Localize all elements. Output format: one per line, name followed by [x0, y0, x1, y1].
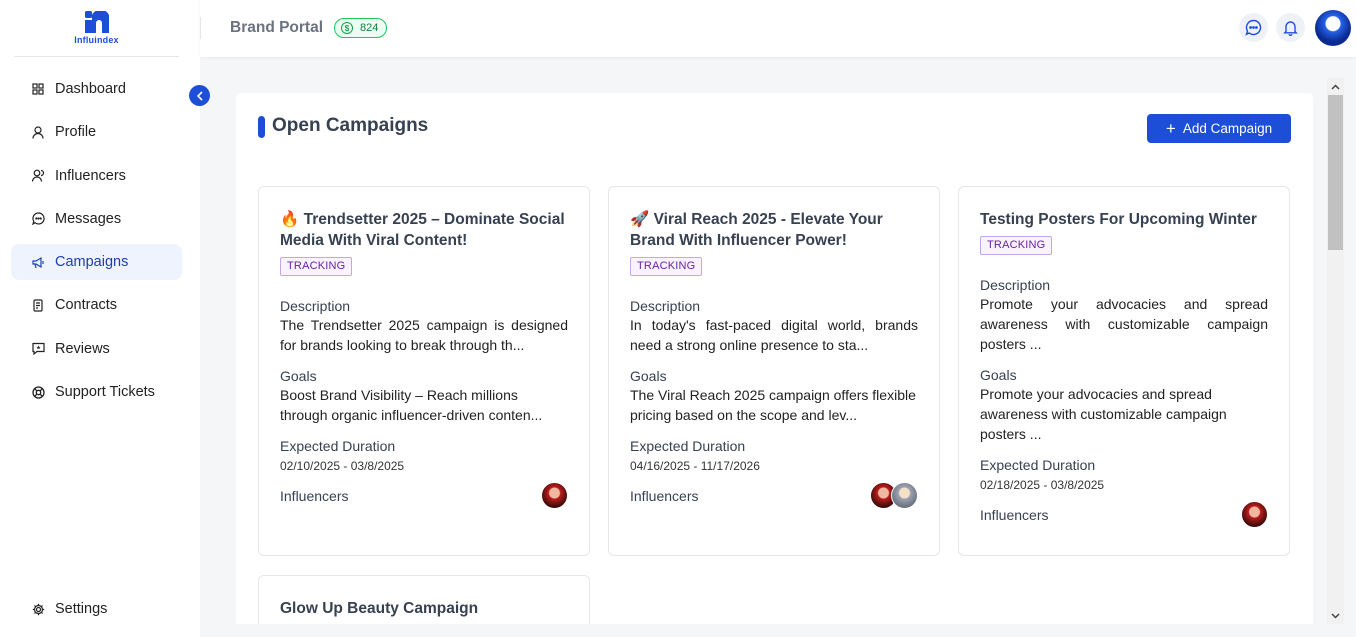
- sidebar-item-label: Profile: [55, 124, 97, 141]
- credits-badge[interactable]: $ 824: [334, 18, 388, 38]
- influencers-row: Influencers: [630, 482, 918, 509]
- gear-icon: [31, 602, 45, 616]
- section-title: Open Campaigns: [272, 115, 429, 136]
- notifications-button[interactable]: [1276, 13, 1305, 42]
- goals-text: Boost Brand Visibility – Reach millions …: [280, 387, 543, 423]
- goals-label: Goals: [980, 367, 1017, 383]
- sidebar-item-influencers[interactable]: Influencers: [11, 158, 182, 194]
- influencers-row: Influencers: [280, 482, 568, 509]
- duration-label: Expected Duration: [630, 438, 746, 454]
- users-icon: [31, 169, 45, 183]
- add-campaign-button[interactable]: + Add Campaign: [1147, 114, 1291, 143]
- status-badge: TRACKING: [980, 236, 1053, 255]
- campaign-card[interactable]: Testing Posters For Upcoming Winter TRAC…: [958, 186, 1290, 556]
- sidebar-item-label: Influencers: [55, 167, 126, 184]
- influencers-label: Influencers: [630, 487, 699, 504]
- sidebar-item-contracts[interactable]: Contracts: [11, 287, 182, 323]
- duration-label: Expected Duration: [980, 457, 1096, 473]
- status-badge: TRACKING: [280, 257, 353, 276]
- support-icon: [31, 385, 45, 399]
- campaign-title[interactable]: Testing Posters For Upcoming Winter: [980, 209, 1268, 230]
- campaign-card[interactable]: 🚀 Viral Reach 2025 - Elevate Your Brand …: [608, 186, 940, 556]
- logo-icon: [84, 11, 109, 33]
- goals-text: Promote your advocacies and spread aware…: [980, 386, 1227, 442]
- influencer-avatars: [870, 482, 918, 509]
- credits-value: 824: [360, 22, 379, 34]
- chevron-down-icon: [1331, 612, 1340, 619]
- document-icon: [31, 298, 45, 312]
- campaign-title[interactable]: 🔥 Trendsetter 2025 – Dominate Social Med…: [280, 209, 568, 251]
- sidebar-item-label: Support Tickets: [55, 384, 155, 401]
- duration-label: Expected Duration: [280, 438, 396, 454]
- description-label: Description: [630, 298, 701, 314]
- influencer-avatars: [1241, 501, 1268, 528]
- plus-icon: +: [1165, 119, 1176, 138]
- campaign-card[interactable]: 🔥 Trendsetter 2025 – Dominate Social Med…: [258, 186, 590, 556]
- sidebar-item-label: Settings: [55, 601, 108, 617]
- duration-dates: 04/16/2025 - 11/17/2026: [630, 459, 760, 473]
- goals-label: Goals: [630, 368, 667, 384]
- logo-text: Influindex: [74, 35, 119, 45]
- scrollbar[interactable]: [1327, 78, 1344, 624]
- page-title: Brand Portal: [230, 19, 324, 36]
- influencers-row: Influencers: [980, 501, 1268, 528]
- goals-text: The Viral Reach 2025 campaign offers fle…: [630, 387, 916, 423]
- sidebar-item-label: Reviews: [55, 340, 110, 357]
- avatar[interactable]: [541, 482, 568, 509]
- sidebar-item-label: Dashboard: [55, 81, 126, 97]
- chevron-left-icon: [196, 90, 203, 101]
- chat-icon: [31, 212, 45, 226]
- logo[interactable]: Influindex: [14, 0, 179, 57]
- avatar[interactable]: [891, 482, 918, 509]
- grid-icon: [31, 82, 45, 96]
- collapse-sidebar-button[interactable]: [189, 85, 210, 106]
- description-label: Description: [980, 277, 1051, 293]
- settings-section: Settings: [11, 591, 182, 634]
- sidebar: Influindex Dashboard Profile Influencers…: [0, 0, 200, 637]
- sidebar-item-dashboard[interactable]: Dashboard: [11, 71, 182, 107]
- viewport-edge: [200, 624, 1356, 637]
- duration-dates: 02/10/2025 - 03/8/2025: [280, 459, 405, 473]
- description-text: The Trendsetter 2025 campaign is designe…: [280, 317, 568, 353]
- sidebar-item-label: Campaigns: [55, 254, 129, 271]
- sidebar-item-settings[interactable]: Settings: [11, 591, 182, 627]
- campaign-title[interactable]: Glow Up Beauty Campaign: [280, 598, 568, 619]
- avatar[interactable]: [1315, 10, 1351, 46]
- scroll-up-button[interactable]: [1327, 78, 1344, 95]
- sidebar-item-campaigns[interactable]: Campaigns: [11, 244, 182, 281]
- header: Brand Portal $ 824: [200, 0, 1356, 57]
- sidebar-item-reviews[interactable]: Reviews: [11, 331, 182, 367]
- influencer-avatars: [541, 482, 568, 509]
- add-campaign-label: Add Campaign: [1182, 121, 1273, 136]
- review-icon: [31, 342, 45, 356]
- goals-label: Goals: [280, 368, 317, 384]
- sidebar-item-label: Messages: [55, 210, 122, 227]
- description-text: Promote your advocacies and spread aware…: [980, 296, 1268, 352]
- status-badge: TRACKING: [630, 257, 703, 276]
- campaigns-panel: Open Campaigns + Add Campaign 🔥 Trendset…: [236, 93, 1313, 637]
- influencers-label: Influencers: [980, 506, 1049, 523]
- user-icon: [31, 125, 45, 139]
- chevron-up-icon: [1331, 83, 1340, 90]
- description-text: In today's fast-paced digital world, bra…: [630, 317, 918, 353]
- avatar[interactable]: [1241, 501, 1268, 528]
- messages-button[interactable]: [1239, 13, 1268, 42]
- bell-icon: [1283, 20, 1298, 36]
- sidebar-item-messages[interactable]: Messages: [11, 201, 182, 237]
- megaphone-icon: [31, 255, 45, 269]
- sidebar-item-support-tickets[interactable]: Support Tickets: [11, 374, 182, 410]
- scroll-down-button[interactable]: [1327, 607, 1344, 624]
- influencers-label: Influencers: [280, 487, 349, 504]
- duration-dates: 02/18/2025 - 03/8/2025: [980, 478, 1105, 492]
- description-label: Description: [280, 298, 351, 314]
- sidebar-nav: Dashboard Profile Influencers Messages C…: [11, 71, 182, 417]
- sidebar-item-label: Contracts: [55, 297, 118, 314]
- title-accent-bar: [258, 116, 265, 138]
- sidebar-item-profile[interactable]: Profile: [11, 114, 182, 150]
- header-divider: [200, 17, 201, 39]
- coin-icon: $: [341, 22, 353, 34]
- chat-icon: [1245, 19, 1262, 36]
- campaign-title[interactable]: 🚀 Viral Reach 2025 - Elevate Your Brand …: [630, 209, 918, 251]
- scrollbar-thumb[interactable]: [1328, 95, 1343, 250]
